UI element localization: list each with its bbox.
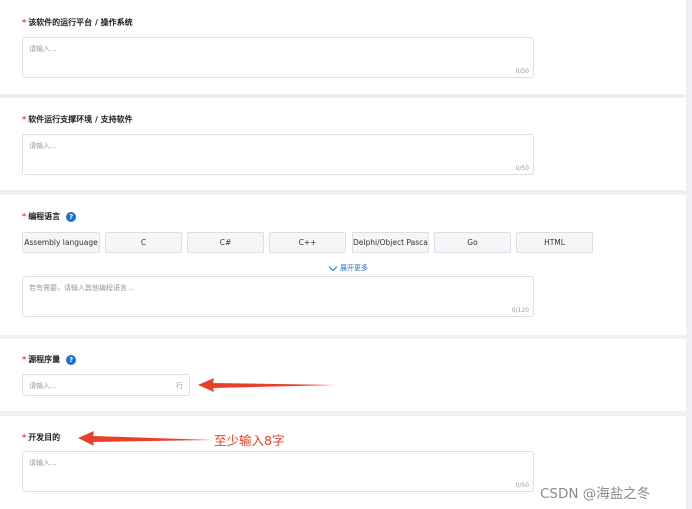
csdn-watermark: CSDN @海盐之冬 bbox=[540, 486, 651, 502]
annotation-arrows bbox=[78, 378, 336, 446]
arrow-to-source-lines bbox=[198, 378, 336, 392]
arrow-to-purpose bbox=[78, 431, 212, 446]
min-chars-annotation: 至少输入8字 bbox=[214, 433, 285, 448]
